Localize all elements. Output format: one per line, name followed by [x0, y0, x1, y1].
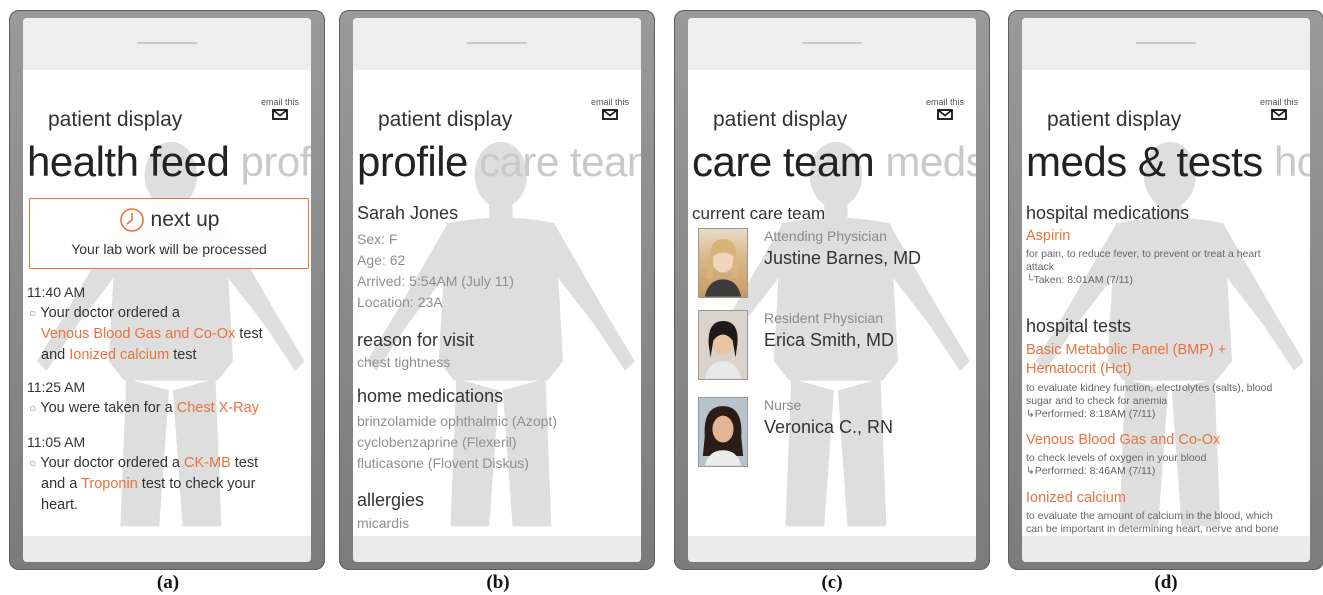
test-name[interactable]: Basic Metabolic Panel (BMP) + Hematocrit… [1026, 341, 1226, 379]
feed-time: 11:05 AM [27, 434, 86, 450]
test-description: to check levels of oxygen in your blood … [1026, 452, 1207, 477]
pivot-next[interactable]: care tean [479, 138, 641, 185]
member-role: Nurse [764, 397, 802, 413]
patient-name: Sarah Jones [357, 203, 459, 223]
reason-value: chest tightness [357, 354, 451, 370]
med-name[interactable]: Aspirin [1026, 228, 1070, 244]
phone-a: patient display email this health feed p… [9, 10, 325, 570]
clock-icon [119, 208, 144, 232]
screen-a: patient display email this health feed p… [23, 70, 311, 536]
test-link[interactable]: Troponin [81, 476, 138, 492]
screen-c: patient display email this care team med… [688, 70, 976, 536]
pivot-header: health feed prof [27, 138, 311, 186]
avatar [698, 228, 748, 298]
app-title: patient display [713, 108, 848, 131]
phone-bottom-bezel [688, 536, 976, 562]
test-link[interactable]: Venous Blood Gas and Co-Ox [41, 326, 235, 342]
phone-bottom-bezel [23, 536, 311, 562]
envelope-icon [272, 109, 288, 120]
pivot-current[interactable]: profile [357, 138, 468, 185]
test-description: to evaluate the amount of calcium in the… [1026, 510, 1279, 535]
email-this-button[interactable]: email this [1254, 97, 1304, 120]
home-meds-heading: home medications [357, 386, 504, 406]
allergies-value: micardis [357, 515, 410, 531]
feed-time: 11:40 AM [27, 284, 86, 300]
test-link[interactable]: Ionized calcium [69, 347, 169, 363]
test-link[interactable]: CK-MB [184, 455, 231, 471]
email-label: email this [590, 97, 629, 107]
next-up-title: next up [150, 208, 220, 231]
feed-item: ○ You were taken for a Chest X-Ray [29, 400, 259, 416]
care-team-member[interactable]: Nurse Veronica C., RN [698, 397, 976, 473]
phone-top-bezel [353, 18, 641, 70]
avatar [698, 310, 748, 380]
envelope-icon [602, 109, 618, 120]
test-name[interactable]: Ionized calcium [1026, 490, 1126, 506]
envelope-icon [937, 109, 953, 120]
avatar [698, 397, 748, 467]
member-name: Veronica C., RN [764, 417, 894, 437]
screen-d: patient display email this meds & tests … [1022, 70, 1310, 536]
next-up-message: Your lab work will be processed [71, 241, 267, 257]
email-this-button[interactable]: email this [920, 97, 970, 120]
hospital-meds-heading: hospital medications [1026, 203, 1190, 223]
pivot-current[interactable]: care team [692, 138, 875, 185]
app-title: patient display [378, 108, 513, 131]
pivot-next[interactable]: hc [1274, 138, 1310, 185]
reason-heading: reason for visit [357, 330, 475, 350]
email-this-button[interactable]: email this [255, 97, 305, 120]
med-description: for pain, to reduce fever, to prevent or… [1026, 248, 1261, 286]
email-label: email this [1259, 97, 1298, 107]
care-team-member[interactable]: Attending Physician Justine Barnes, MD [698, 228, 976, 304]
phone-bottom-bezel [1022, 536, 1310, 562]
patient-details: Sex: F Age: 62 Arrived: 5:54AM (July 11)… [357, 231, 514, 310]
figure-caption: (c) [821, 572, 843, 593]
feed-item: ○ Your doctor ordered a CK-MB test and a … [29, 455, 259, 513]
pivot-header: meds & tests hc [1026, 138, 1310, 186]
test-description: to evaluate kidney function, electrolyte… [1026, 382, 1273, 420]
email-label: email this [260, 97, 299, 107]
phone-c: patient display email this care team med… [674, 10, 990, 570]
phone-top-bezel [688, 18, 976, 70]
pivot-header: care team meds [692, 138, 976, 186]
email-label: email this [925, 97, 964, 107]
figure-caption: (a) [156, 572, 180, 593]
pivot-header: profile care tean [357, 138, 641, 186]
phone-b: patient display email this profile care … [339, 10, 655, 570]
test-link[interactable]: Chest X-Ray [177, 400, 259, 416]
feed-time: 11:25 AM [27, 379, 86, 395]
app-title: patient display [48, 108, 183, 131]
feed-item: ○ Your doctor ordered a Venous Blood Gas … [29, 305, 263, 363]
test-name[interactable]: Venous Blood Gas and Co-Ox [1026, 432, 1220, 448]
phone-bottom-bezel [353, 536, 641, 562]
allergies-heading: allergies [357, 490, 425, 510]
pivot-next[interactable]: meds [885, 138, 976, 185]
envelope-icon [1271, 109, 1287, 120]
care-team-member[interactable]: Resident Physician Erica Smith, MD [698, 310, 976, 386]
care-team-heading: current care team [692, 204, 826, 223]
member-role: Resident Physician [764, 310, 884, 326]
pivot-current[interactable]: meds & tests [1026, 138, 1263, 185]
phone-top-bezel [23, 18, 311, 70]
pivot-current[interactable]: health feed [27, 138, 230, 185]
next-up-card[interactable]: next up Your lab work will be processed [29, 198, 309, 269]
phone-top-bezel [1022, 18, 1310, 70]
home-meds-list: brinzolamide ophthalmic (Azopt) cycloben… [357, 413, 557, 471]
member-name: Erica Smith, MD [764, 330, 895, 350]
member-role: Attending Physician [764, 228, 887, 244]
screen-b: patient display email this profile care … [353, 70, 641, 536]
figure-caption: (d) [1154, 572, 1178, 593]
member-name: Justine Barnes, MD [764, 248, 922, 268]
pivot-next[interactable]: prof [241, 138, 311, 185]
app-title: patient display [1047, 108, 1182, 131]
hospital-tests-heading: hospital tests [1026, 316, 1132, 336]
phone-d: patient display email this meds & tests … [1008, 10, 1323, 570]
email-this-button[interactable]: email this [585, 97, 635, 120]
figure-caption: (b) [486, 572, 510, 593]
